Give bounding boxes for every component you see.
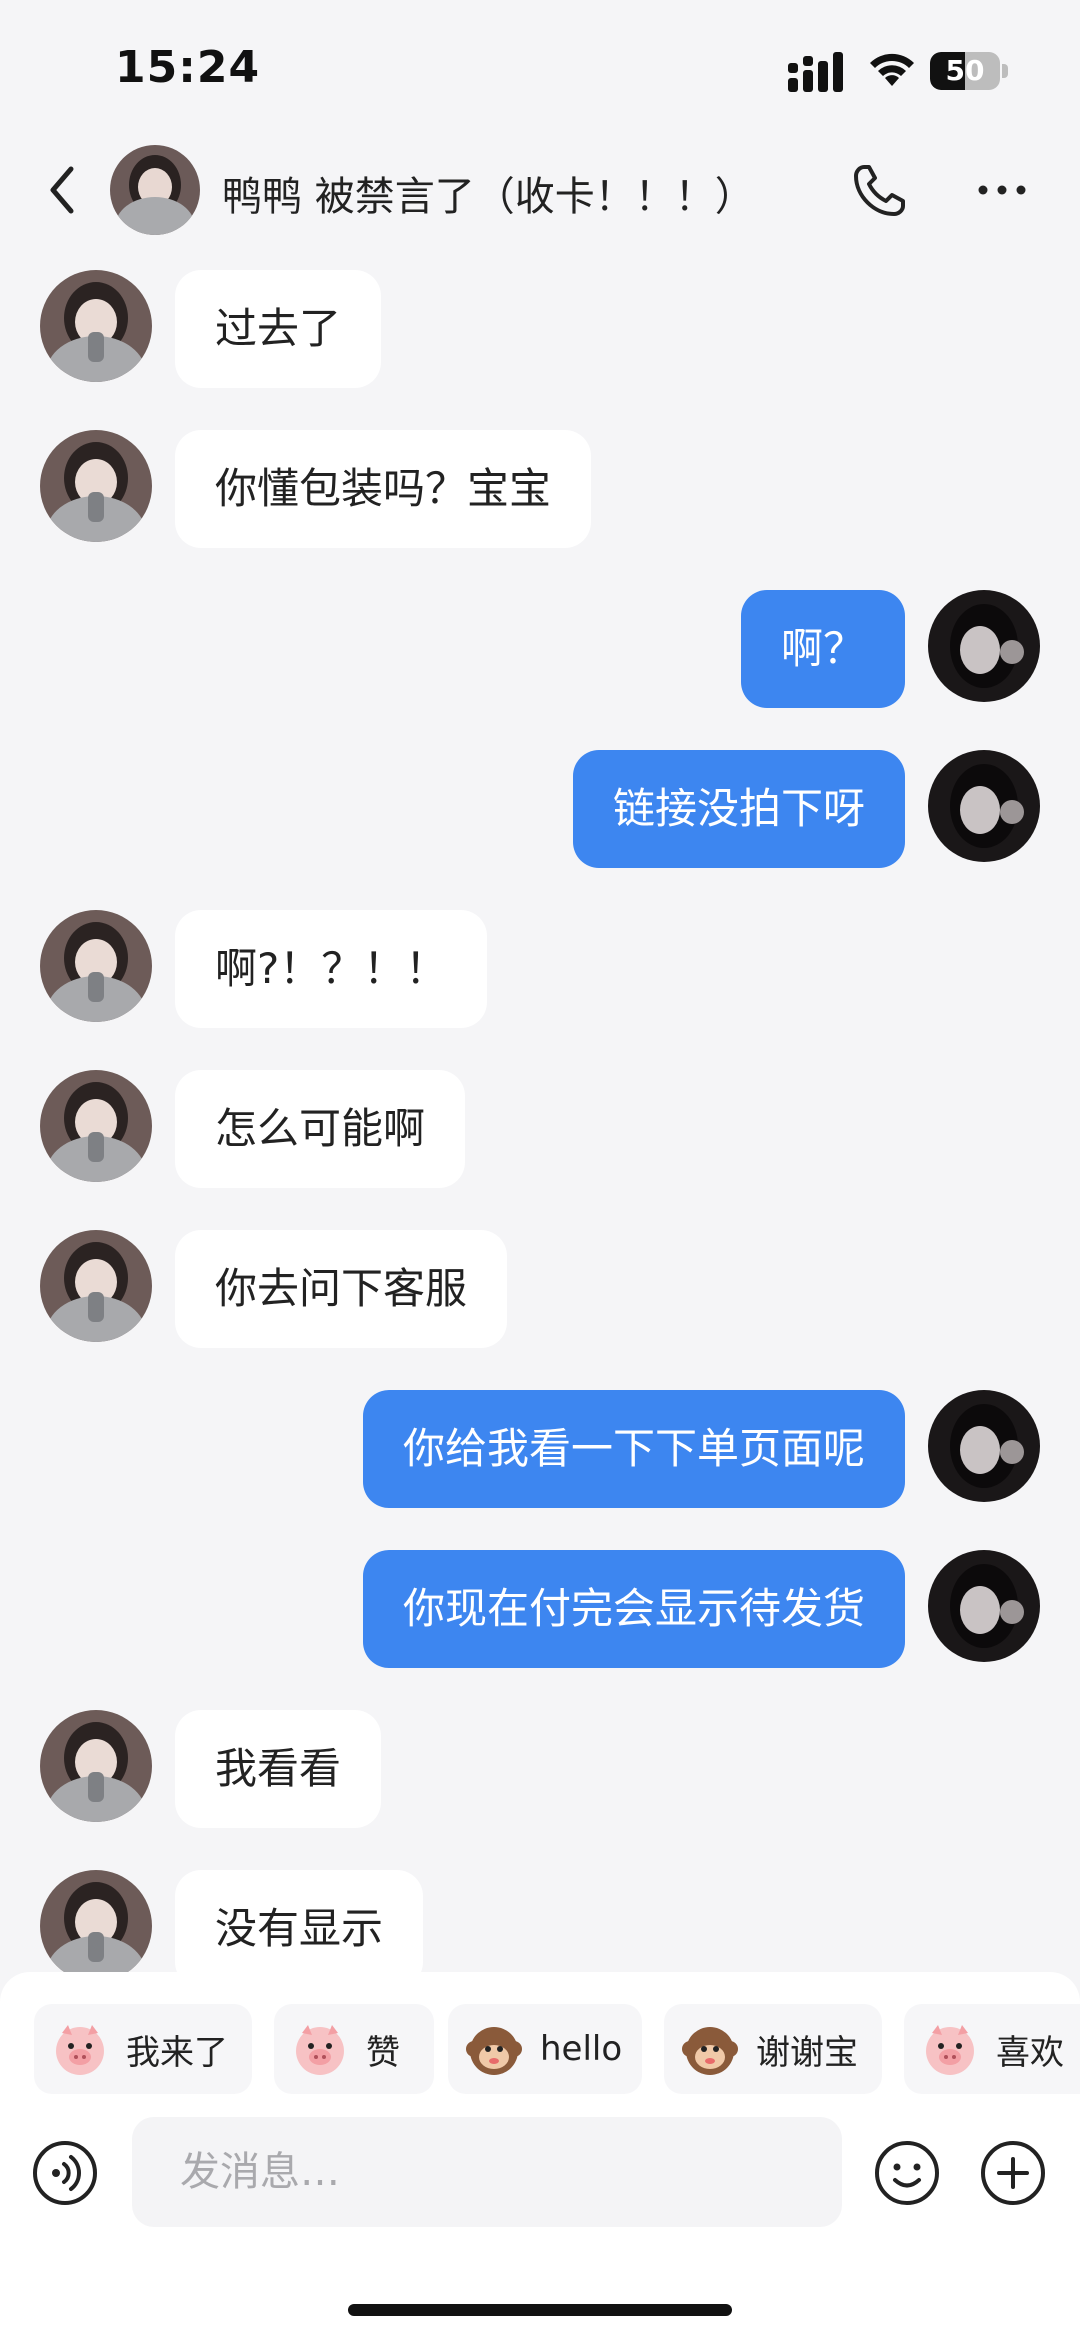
message-bubble[interactable]: 链接没拍下呀 (572, 750, 905, 868)
quick-reply-chip[interactable]: 谢谢宝 (664, 2004, 882, 2094)
more-dots-icon (978, 185, 1026, 195)
pig-sticker-icon (290, 2019, 350, 2079)
battery-level: 50 (945, 54, 985, 87)
quick-reply-label: 我来了 (126, 2032, 228, 2073)
quick-reply-label: 赞 (366, 2032, 400, 2073)
contact-avatar[interactable] (40, 910, 152, 1022)
incoming-message: 啊?！？！！ (0, 900, 1080, 1028)
quick-reply-label: hello (540, 2029, 623, 2069)
battery-indicator: 50 (930, 52, 1008, 90)
incoming-message: 过去了 (0, 260, 1080, 388)
my-avatar[interactable] (928, 750, 1040, 862)
outgoing-message: 啊？ (0, 580, 1080, 708)
contact-avatar[interactable] (110, 145, 200, 235)
contact-avatar[interactable] (40, 270, 152, 382)
more-button[interactable] (972, 160, 1032, 220)
plus-button[interactable] (980, 2140, 1046, 2206)
incoming-message: 你去问下客服 (0, 1220, 1080, 1348)
incoming-message: 我看看 (0, 1700, 1080, 1828)
chat-title: 鸭鸭 被禁言了（收卡！！！） (222, 174, 755, 220)
incoming-message: 没有显示 (0, 1860, 1080, 1980)
contact-avatar[interactable] (40, 1870, 152, 1980)
message-bubble[interactable]: 啊?！？！！ (175, 910, 488, 1028)
contact-avatar[interactable] (40, 1710, 152, 1822)
chat-header: 鸭鸭 被禁言了（收卡！！！） (0, 140, 1080, 240)
monkey-sticker-icon (464, 2019, 524, 2079)
cellular-signal-icon (788, 52, 843, 92)
quick-reply-label: 谢谢宝 (756, 2032, 858, 2073)
my-avatar[interactable] (928, 1390, 1040, 1502)
incoming-message: 你懂包装吗？宝宝 (0, 420, 1080, 548)
voice-button[interactable] (32, 2140, 98, 2206)
status-time: 15:24 (115, 42, 261, 93)
pig-sticker-icon (920, 2019, 980, 2079)
quick-reply-chip[interactable]: 喜欢 (904, 2004, 1080, 2094)
home-indicator[interactable] (348, 2304, 732, 2316)
quick-reply-chip[interactable]: hello (448, 2004, 642, 2094)
incoming-message: 怎么可能啊 (0, 1060, 1080, 1188)
contact-avatar-image (110, 145, 200, 235)
message-bubble[interactable]: 你现在付完会显示待发货 (362, 1550, 905, 1668)
smiley-icon (875, 2141, 939, 2205)
chat-screen: 15:24 50 鸭鸭 被禁言了（收卡！！！） 过去了 你懂包装吗？宝宝 啊？ … (0, 0, 1080, 2337)
pig-sticker-icon (50, 2019, 110, 2079)
outgoing-message: 你现在付完会显示待发货 (0, 1540, 1080, 1668)
my-avatar[interactable] (928, 590, 1040, 702)
emoji-button[interactable] (874, 2140, 940, 2206)
my-avatar[interactable] (928, 1550, 1040, 1662)
message-bubble[interactable]: 过去了 (175, 270, 382, 388)
back-button[interactable] (36, 160, 88, 220)
contact-avatar[interactable] (40, 1230, 152, 1342)
plus-icon (981, 2141, 1045, 2205)
message-bubble[interactable]: 怎么可能啊 (175, 1070, 466, 1188)
wifi-icon (870, 53, 914, 86)
monkey-sticker-icon (680, 2019, 740, 2079)
contact-avatar[interactable] (40, 1070, 152, 1182)
message-list[interactable]: 过去了你懂包装吗？宝宝啊？ 链接没拍下呀 啊?！？！！ 怎么可能啊你去问下客服你给我看… (0, 260, 1080, 1980)
message-input[interactable] (132, 2117, 842, 2227)
outgoing-message: 链接没拍下呀 (0, 740, 1080, 868)
message-bubble[interactable]: 你去问下客服 (175, 1230, 508, 1348)
quick-reply-row[interactable]: 我来了 赞 hello 谢谢宝 喜欢 (0, 2004, 1080, 2094)
status-bar: 15:24 50 (0, 0, 1080, 140)
voice-icon (33, 2141, 97, 2205)
message-bubble[interactable]: 啊？ (740, 590, 905, 708)
quick-reply-chip[interactable]: 我来了 (34, 2004, 252, 2094)
message-bubble[interactable]: 没有显示 (175, 1870, 424, 1980)
contact-avatar[interactable] (40, 430, 152, 542)
quick-reply-chip[interactable]: 赞 (274, 2004, 434, 2094)
message-bubble[interactable]: 我看看 (175, 1710, 382, 1828)
message-bubble[interactable]: 你给我看一下下单页面呢 (362, 1390, 905, 1508)
outgoing-message: 你给我看一下下单页面呢 (0, 1380, 1080, 1508)
call-button[interactable] (850, 162, 908, 220)
phone-icon (854, 165, 905, 216)
chevron-left-icon (50, 166, 74, 214)
composer-panel: 我来了 赞 hello 谢谢宝 喜欢 (0, 1972, 1080, 2337)
quick-reply-label: 喜欢 (996, 2032, 1064, 2073)
message-bubble[interactable]: 你懂包装吗？宝宝 (175, 430, 592, 548)
